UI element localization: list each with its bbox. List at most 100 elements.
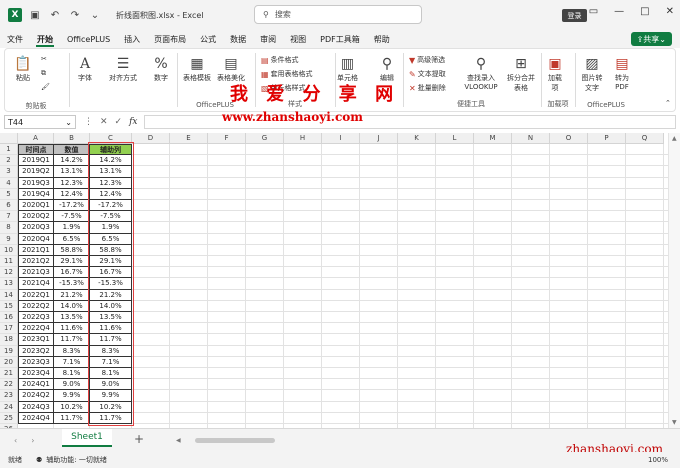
table-cell[interactable]: 2019Q2 (18, 166, 54, 178)
column-header-m[interactable]: M (474, 133, 512, 144)
row-header-21[interactable]: 21 (0, 368, 18, 380)
format-painter-icon[interactable]: 🖌 (41, 83, 50, 91)
close-icon[interactable]: ✕ (666, 6, 674, 17)
row-header-23[interactable]: 23 (0, 390, 18, 402)
column-header-h[interactable]: H (284, 133, 322, 144)
customize-qa-icon[interactable]: ⌄ (88, 8, 102, 22)
table-cell[interactable]: 2022Q1 (18, 289, 54, 301)
table-cell[interactable]: 2021Q4 (18, 278, 54, 290)
table-cell[interactable]: 58.8% (54, 244, 90, 256)
column-header-e[interactable]: E (170, 133, 208, 144)
table-cell[interactable]: 2022Q3 (18, 312, 54, 324)
cells-button[interactable]: ▥ 单元格 (337, 55, 358, 83)
table-cell[interactable]: 7.1% (54, 356, 90, 368)
table-cell[interactable]: 14.2% (54, 155, 90, 167)
column-header-i[interactable]: I (322, 133, 360, 144)
column-header-q[interactable]: Q (626, 133, 664, 144)
row-header-14[interactable]: 14 (0, 289, 18, 301)
table-cell[interactable]: 2023Q3 (18, 356, 54, 368)
table-cell[interactable]: -15.3% (54, 278, 90, 290)
lookup-button[interactable]: ⚲ 查找录入VLOOKUP (463, 55, 499, 91)
tab-insert[interactable]: 插入 (117, 30, 147, 48)
row-header-24[interactable]: 24 (0, 401, 18, 413)
table-cell[interactable]: 2024Q1 (18, 379, 54, 391)
worksheet-grid[interactable]: A B C D E F G H I J K L M N O P Q 1 2 3 4 5 6 7 8 9 10 11 12 13 14 15 16… (0, 133, 668, 428)
column-header-b[interactable]: B (54, 133, 90, 144)
scroll-down-icon[interactable]: ▼ (672, 419, 677, 426)
table-cell[interactable]: 2024Q3 (18, 401, 54, 413)
image-to-text-button[interactable]: ▨ 图片转文字 (579, 55, 605, 93)
number-button[interactable]: % 数字 (151, 55, 171, 83)
add-sheet-icon[interactable]: + (134, 432, 144, 446)
table-cell[interactable]: 2019Q1 (18, 155, 54, 167)
table-cell[interactable]: 13.1% (54, 166, 90, 178)
table-cell[interactable]: 12.3% (54, 177, 90, 189)
ribbon-display-icon[interactable]: ▭ (589, 6, 598, 17)
table-cell[interactable]: 9.0% (54, 379, 90, 391)
table-header-cell[interactable]: 数值 (54, 144, 90, 156)
row-header-5[interactable]: 5 (0, 188, 18, 200)
table-cell[interactable]: 29.1% (54, 256, 90, 268)
prev-sheet-icon[interactable]: ‹ (14, 436, 17, 445)
table-cell[interactable]: -7.5% (54, 211, 90, 223)
accessibility-icon[interactable]: ⚉ (36, 456, 42, 464)
redo-icon[interactable]: ↷ (68, 8, 82, 22)
select-all-corner[interactable] (0, 133, 18, 144)
table-cell[interactable]: 11.7% (54, 334, 90, 346)
column-header-o[interactable]: O (550, 133, 588, 144)
table-template-button[interactable]: ▦ 表格模板 (183, 55, 211, 83)
table-cell[interactable]: 8.1% (54, 368, 90, 380)
scroll-up-icon[interactable]: ▲ (672, 135, 677, 142)
tab-file[interactable]: 文件 (0, 30, 30, 48)
fx-icon[interactable]: fx (129, 117, 137, 127)
column-header-g[interactable]: G (246, 133, 284, 144)
tab-help[interactable]: 帮助 (367, 30, 397, 48)
tab-data[interactable]: 数据 (223, 30, 253, 48)
tab-pdf-toolbox[interactable]: PDF工具箱 (313, 30, 367, 48)
row-header-11[interactable]: 11 (0, 256, 18, 268)
table-cell[interactable]: 2024Q2 (18, 390, 54, 402)
undo-icon[interactable]: ↶ (48, 8, 62, 22)
tab-home[interactable]: 开始 (30, 30, 60, 48)
save-icon[interactable]: ▣ (28, 8, 42, 22)
sheet-tab-sheet1[interactable]: Sheet1 (62, 429, 112, 447)
table-header-cell[interactable]: 时间点 (18, 144, 54, 156)
status-accessibility[interactable]: 辅助功能: 一切就绪 (46, 455, 107, 465)
addin-button[interactable]: ▣ 加载项 (545, 55, 565, 93)
table-cell[interactable]: 2024Q4 (18, 412, 54, 424)
row-header-7[interactable]: 7 (0, 211, 18, 223)
advanced-filter-button[interactable]: ▼ 高级筛选 (409, 55, 445, 65)
row-header-10[interactable]: 10 (0, 244, 18, 256)
table-cell[interactable]: 2022Q4 (18, 323, 54, 335)
row-header-22[interactable]: 22 (0, 379, 18, 391)
paste-button[interactable]: 📋 粘贴 (13, 55, 33, 83)
table-cell[interactable]: 2021Q2 (18, 256, 54, 268)
batch-delete-button[interactable]: ✕ 批量删除 (409, 83, 446, 93)
cancel-icon[interactable]: ✕ (100, 117, 108, 127)
table-cell[interactable]: 11.7% (54, 412, 90, 424)
row-header-17[interactable]: 17 (0, 323, 18, 335)
table-cell[interactable]: -17.2% (54, 200, 90, 212)
to-pdf-button[interactable]: ▤ 转为PDF (609, 55, 635, 91)
column-header-k[interactable]: K (398, 133, 436, 144)
table-cell[interactable]: 2022Q2 (18, 300, 54, 312)
minimize-icon[interactable]: — (614, 6, 624, 17)
row-header-19[interactable]: 19 (0, 345, 18, 357)
login-button[interactable]: 登录 (562, 9, 587, 22)
zoom-level[interactable]: 100% (648, 456, 668, 464)
table-cell[interactable]: 1.9% (54, 222, 90, 234)
copy-icon[interactable]: ⧉ (41, 69, 46, 78)
vertical-scrollbar[interactable]: ▲ ▼ (668, 133, 680, 428)
table-cell[interactable]: 2021Q1 (18, 244, 54, 256)
row-header-16[interactable]: 16 (0, 312, 18, 324)
column-header-p[interactable]: P (588, 133, 626, 144)
table-cell[interactable]: 2021Q3 (18, 267, 54, 279)
tab-view[interactable]: 视图 (283, 30, 313, 48)
search-box[interactable]: ⚲ 搜索 (254, 5, 422, 24)
table-cell[interactable]: 2020Q2 (18, 211, 54, 223)
row-header-25[interactable]: 25 (0, 412, 18, 424)
row-header-6[interactable]: 6 (0, 200, 18, 212)
row-header-8[interactable]: 8 (0, 222, 18, 234)
tab-review[interactable]: 审阅 (253, 30, 283, 48)
maximize-icon[interactable]: □ (640, 6, 649, 17)
